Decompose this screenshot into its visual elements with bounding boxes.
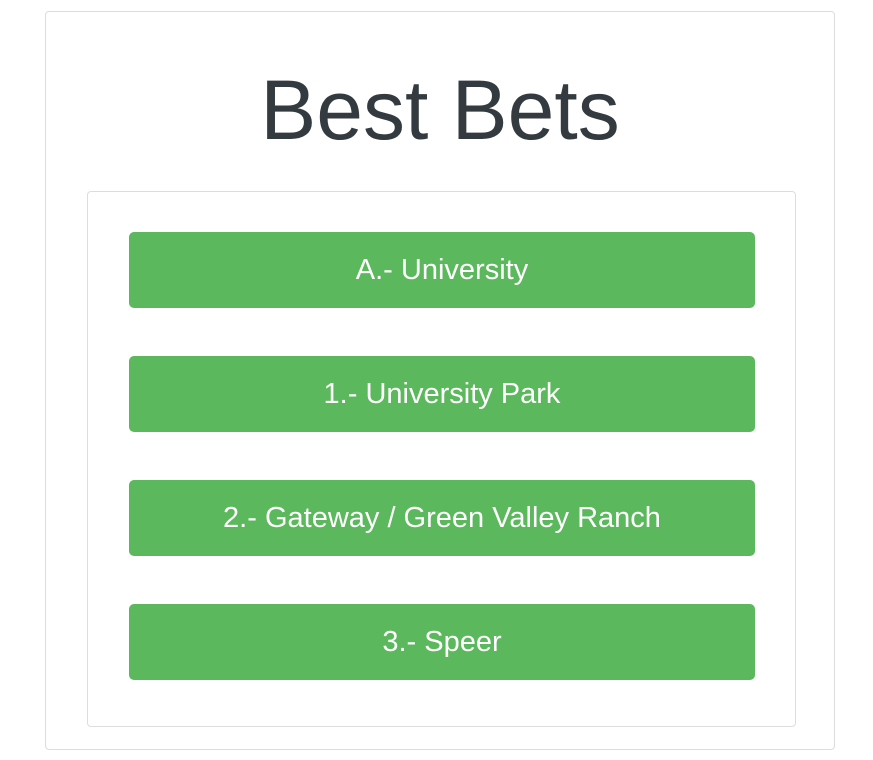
bet-button-university[interactable]: A.- University — [129, 232, 755, 308]
bet-button-gateway-green-valley-ranch[interactable]: 2.- Gateway / Green Valley Ranch — [129, 480, 755, 556]
bet-button-speer[interactable]: 3.- Speer — [129, 604, 755, 680]
page-title: Best Bets — [260, 63, 620, 157]
best-bets-panel: Best Bets A.- University 1.- University … — [45, 11, 835, 750]
bets-list: A.- University 1.- University Park 2.- G… — [87, 191, 796, 727]
bet-button-university-park[interactable]: 1.- University Park — [129, 356, 755, 432]
